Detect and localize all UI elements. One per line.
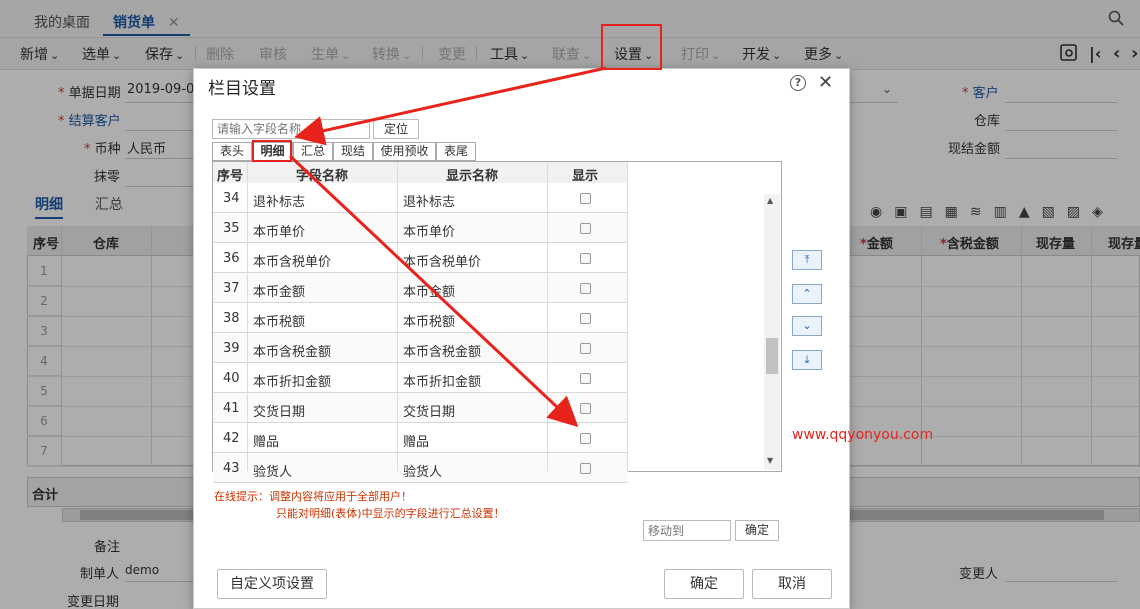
- annotation-arrows: [288, 66, 607, 428]
